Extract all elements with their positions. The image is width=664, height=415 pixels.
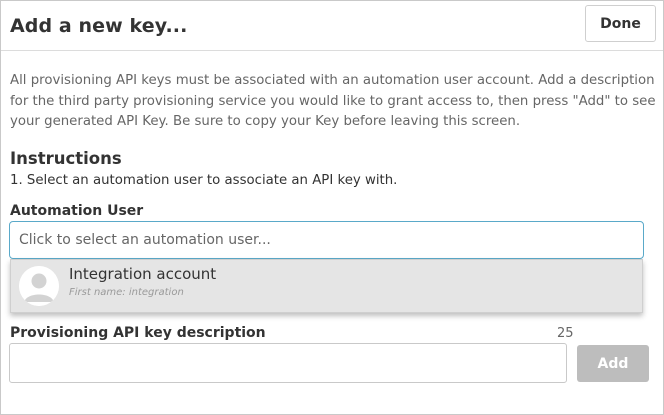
dialog-header: Add a new key... Done — [1, 1, 663, 51]
done-button[interactable]: Done — [585, 5, 656, 42]
api-key-description-input[interactable] — [9, 343, 567, 383]
automation-user-select[interactable]: Click to select an automation user... — [9, 221, 644, 259]
option-subtitle: First name: integration — [69, 287, 184, 298]
dialog-description: All provisioning API keys must be associ… — [10, 73, 656, 129]
option-name: Integration account — [69, 265, 217, 283]
automation-user-placeholder: Click to select an automation user... — [19, 232, 271, 248]
user-avatar-icon — [19, 266, 59, 306]
add-key-dialog: Add a new key... Done All provisioning A… — [0, 0, 664, 415]
instructions-heading: Instructions — [10, 149, 122, 168]
automation-user-label: Automation User — [10, 203, 144, 219]
api-key-description-label: Provisioning API key description — [10, 325, 266, 341]
character-counter: 25 — [557, 326, 574, 341]
automation-user-dropdown: Integration account First name: integrat… — [10, 259, 643, 313]
add-button[interactable]: Add — [577, 345, 649, 382]
instructions-step: 1. Select an automation user to associat… — [10, 173, 398, 188]
dropdown-option-integration-account[interactable]: Integration account First name: integrat… — [11, 260, 642, 312]
dialog-title: Add a new key... — [10, 15, 188, 37]
